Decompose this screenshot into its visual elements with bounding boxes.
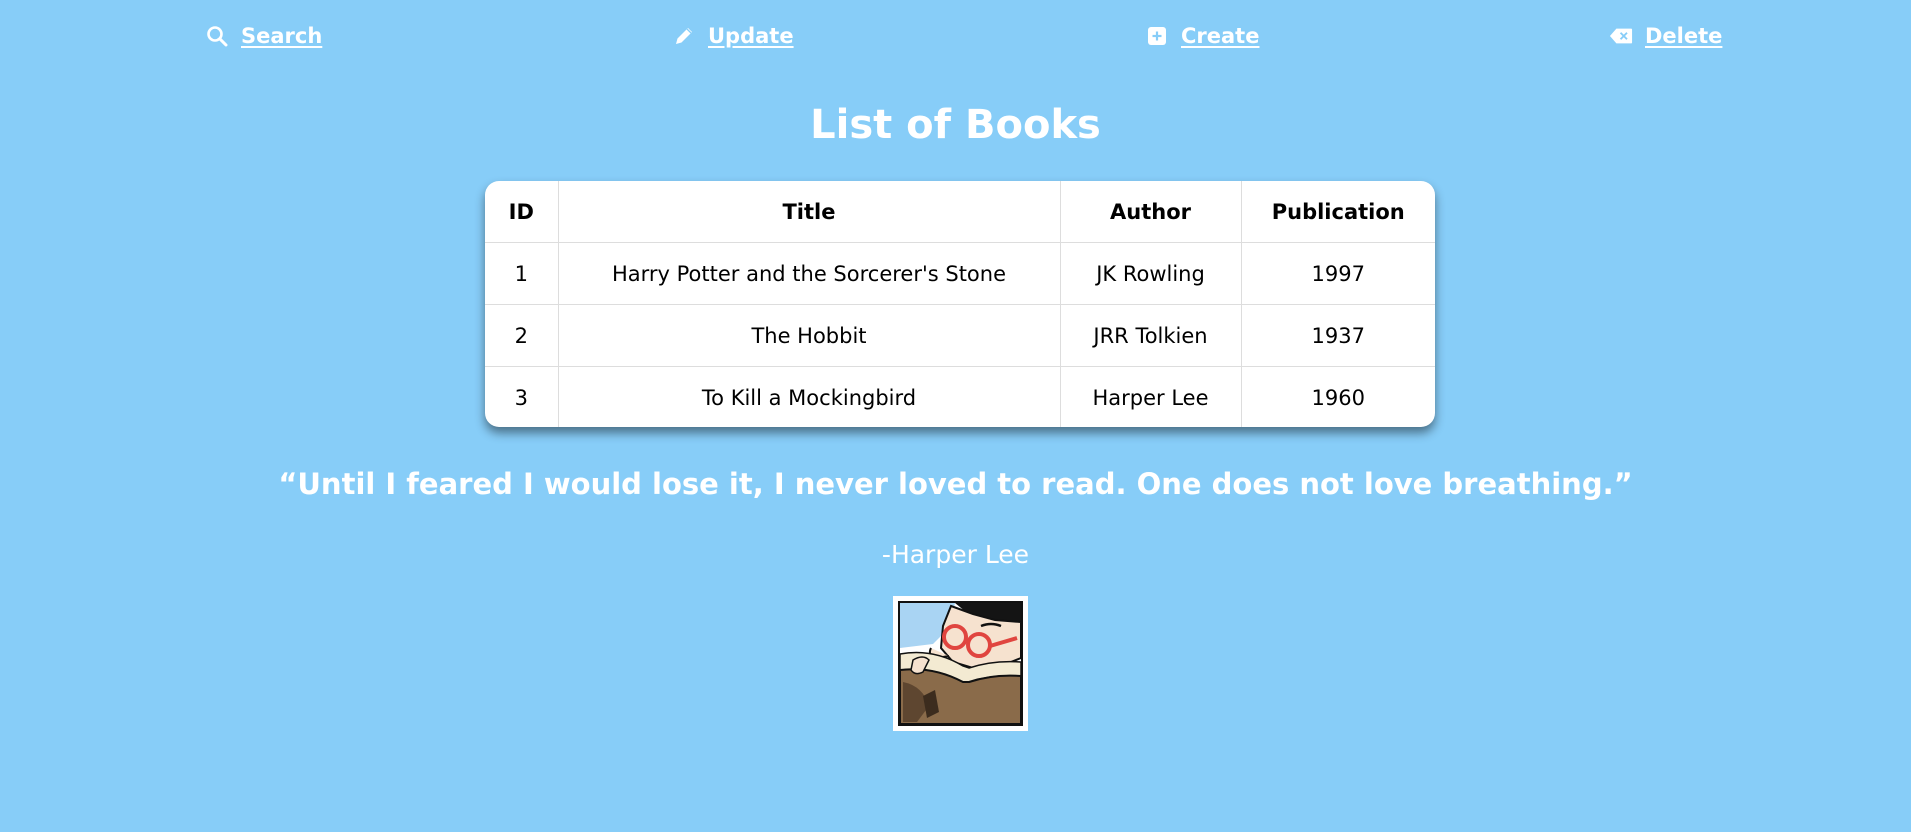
delete-label: Delete [1645,24,1723,48]
cell-title: To Kill a Mockingbird [558,366,1061,427]
cell-id: 2 [485,304,559,367]
cell-title: The Hobbit [558,304,1061,367]
cell-id: 3 [485,366,559,427]
pencil-icon [672,24,696,48]
books-table: ID Title Author Publication 1 Harry Pott… [485,181,1435,427]
page-title: List of Books [810,102,1101,148]
search-link[interactable]: Search [205,24,322,48]
reading-person-illustration [893,596,1028,731]
cell-id: 1 [485,242,559,305]
create-label: Create [1181,24,1260,48]
column-header-title: Title [558,181,1061,243]
cell-publication: 1997 [1241,242,1435,305]
table-header-row: ID Title Author Publication [485,181,1435,243]
quote-attribution: -Harper Lee [881,540,1030,569]
search-label: Search [241,24,323,48]
backspace-icon [1609,24,1633,48]
cell-author: JK Rowling [1060,242,1242,305]
cell-title: Harry Potter and the Sorcerer's Stone [558,242,1061,305]
books-table-card: ID Title Author Publication 1 Harry Pott… [485,181,1435,427]
create-link[interactable]: Create [1145,24,1259,48]
cell-author: JRR Tolkien [1060,304,1242,367]
column-header-author: Author [1060,181,1242,243]
top-nav: Search Update Create Delete [0,24,1911,54]
table-row: 2 The Hobbit JRR Tolkien 1937 [485,304,1435,367]
table-row: 1 Harry Potter and the Sorcerer's Stone … [485,242,1435,305]
search-icon [205,24,229,48]
column-header-publication: Publication [1241,181,1435,243]
quote-text: “Until I feared I would lose it, I never… [278,467,1633,501]
plus-square-icon [1145,24,1169,48]
cell-publication: 1960 [1311,385,1365,410]
cell-publication: 1937 [1241,304,1435,367]
update-link[interactable]: Update [672,24,794,48]
table-row: 3 To Kill a Mockingbird Harper Lee 1960 [485,366,1435,427]
delete-link[interactable]: Delete [1609,24,1722,48]
cell-author: Harper Lee [1060,366,1242,427]
column-header-id: ID [485,181,559,243]
update-label: Update [708,24,794,48]
